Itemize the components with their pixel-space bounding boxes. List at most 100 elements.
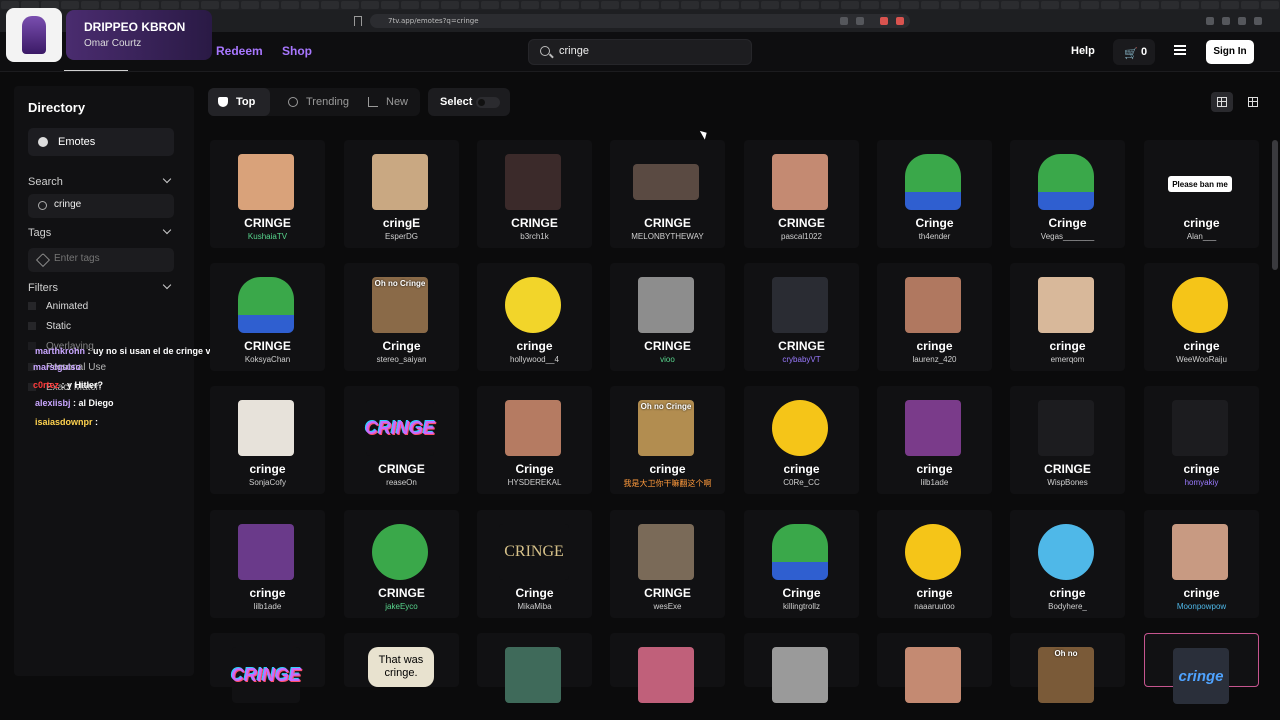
emote-card[interactable]: That was cringe.: [344, 633, 459, 687]
emote-card[interactable]: [744, 633, 859, 703]
emote-card[interactable]: cringe emerqom: [1010, 263, 1125, 371]
global-search-input[interactable]: [559, 45, 739, 57]
emote-owner[interactable]: hollywood__4: [477, 355, 592, 364]
emote-owner[interactable]: crybabyVT: [744, 355, 859, 364]
emote-owner[interactable]: killingtrollz: [744, 602, 859, 611]
emote-card[interactable]: cringe laurenz_420: [877, 263, 992, 371]
emote-card[interactable]: cringe naaaruutoo: [877, 510, 992, 618]
emote-card[interactable]: cringe Moonpowpow: [1144, 510, 1259, 618]
emote-owner[interactable]: Alan___: [1144, 232, 1259, 241]
tab-trending[interactable]: Trending: [278, 88, 352, 116]
emote-card[interactable]: Oh no Cringe cringe 我是大卫你干嘛翻这个啊: [610, 386, 725, 494]
emote-owner[interactable]: KushaiaTV: [210, 232, 325, 241]
emote-card[interactable]: cringE EsperDG: [344, 140, 459, 248]
select-mode-toggle[interactable]: Select: [428, 88, 510, 116]
help-link[interactable]: Help: [1071, 45, 1095, 57]
bookmark-icon[interactable]: [354, 16, 362, 26]
checkbox[interactable]: [28, 302, 36, 311]
emote-owner[interactable]: pascal1022: [744, 232, 859, 241]
share-icon[interactable]: [1222, 17, 1230, 25]
emote-card[interactable]: Oh no Cringe Cringe stereo_saiyan: [344, 263, 459, 371]
emote-card[interactable]: CRINGE Cringe MikaMiba: [477, 510, 592, 618]
tab-top[interactable]: Top: [208, 88, 270, 116]
filter-animated[interactable]: Animated: [28, 301, 88, 312]
emote-card[interactable]: CRINGE wesExe: [610, 510, 725, 618]
emote-card[interactable]: [477, 633, 592, 703]
emote-owner[interactable]: Bodyhere_: [1010, 602, 1125, 611]
alert-icon[interactable]: [896, 17, 904, 25]
large-grid-view-button[interactable]: [1211, 92, 1233, 112]
page-scrollbar[interactable]: [1272, 140, 1278, 270]
url-field[interactable]: 7tv.app/emotes?q=cringe: [370, 14, 910, 28]
sidebar-search-input[interactable]: [54, 199, 164, 210]
tags-input[interactable]: [54, 253, 164, 264]
tags-input-wrap[interactable]: [28, 248, 174, 272]
sidebar-search[interactable]: [28, 194, 174, 218]
nav-shop[interactable]: Shop: [282, 44, 312, 58]
emote-owner[interactable]: HYSDEREKAL: [477, 478, 592, 487]
emote-card[interactable]: cringe C0Re_CC: [744, 386, 859, 494]
emote-card[interactable]: cringe homyakiy: [1144, 386, 1259, 494]
nav-redeem[interactable]: Redeem: [216, 44, 263, 58]
sidebar-icon[interactable]: [1206, 17, 1214, 25]
chevron-down-icon[interactable]: [162, 280, 172, 290]
emote-card[interactable]: cringe hollywood__4: [477, 263, 592, 371]
emote-card[interactable]: [610, 633, 725, 703]
filter-static[interactable]: Static: [28, 321, 71, 332]
emote-owner[interactable]: b3rch1k: [477, 232, 592, 241]
emote-owner[interactable]: WeeWooRaiju: [1144, 355, 1259, 364]
emote-owner[interactable]: EsperDG: [344, 232, 459, 241]
emote-card[interactable]: cringe lilb1ade: [210, 510, 325, 618]
emote-card[interactable]: Cringe Vegas_______: [1010, 140, 1125, 248]
emote-owner[interactable]: reaseOn: [344, 478, 459, 487]
emote-card[interactable]: CRINGE KushaiaTV: [210, 140, 325, 248]
emote-owner[interactable]: jakeEyco: [344, 602, 459, 611]
emote-owner[interactable]: th4ender: [877, 232, 992, 241]
emote-card[interactable]: CRINGE MELONBYTHEWAY: [610, 140, 725, 248]
emote-owner[interactable]: C0Re_CC: [744, 478, 859, 487]
checkbox[interactable]: [28, 322, 36, 331]
emote-owner[interactable]: 我是大卫你干嘛翻这个啊: [610, 478, 725, 489]
emote-owner[interactable]: KoksyaChan: [210, 355, 325, 364]
emote-card[interactable]: Cringe th4ender: [877, 140, 992, 248]
emote-owner[interactable]: MELONBYTHEWAY: [610, 232, 725, 241]
emote-owner[interactable]: Moonpowpow: [1144, 602, 1259, 611]
emote-card[interactable]: CRINGE CRINGE reaseOn: [344, 386, 459, 494]
emote-card[interactable]: CRINGE jakeEyco: [344, 510, 459, 618]
emote-owner[interactable]: lilb1ade: [210, 602, 325, 611]
toggle-switch[interactable]: [476, 97, 500, 108]
translate-icon[interactable]: [840, 17, 848, 25]
emote-card[interactable]: cringe WeeWooRaiju: [1144, 263, 1259, 371]
emote-owner[interactable]: vioo: [610, 355, 725, 364]
emote-owner[interactable]: stereo_saiyan: [344, 355, 459, 364]
emote-card[interactable]: Cringe HYSDEREKAL: [477, 386, 592, 494]
global-search[interactable]: [528, 39, 752, 65]
small-grid-view-button[interactable]: [1242, 92, 1264, 112]
emote-owner[interactable]: emerqom: [1010, 355, 1125, 364]
emote-card[interactable]: CRINGE: [210, 633, 325, 703]
emote-card[interactable]: [877, 633, 992, 703]
emote-owner[interactable]: WispBones: [1010, 478, 1125, 487]
emote-card[interactable]: CRINGE vioo: [610, 263, 725, 371]
shield-icon[interactable]: [1238, 17, 1246, 25]
emote-card[interactable]: CRINGE b3rch1k: [477, 140, 592, 248]
extension-icon[interactable]: [880, 17, 888, 25]
emote-owner[interactable]: laurenz_420: [877, 355, 992, 364]
emote-owner[interactable]: lilb1ade: [877, 478, 992, 487]
emote-card[interactable]: CRINGE crybabyVT: [744, 263, 859, 371]
emote-card[interactable]: Please ban me cringe Alan___: [1144, 140, 1259, 248]
emote-card[interactable]: cringe Bodyhere_: [1010, 510, 1125, 618]
emote-owner[interactable]: homyakiy: [1144, 478, 1259, 487]
chevron-down-icon[interactable]: [162, 174, 172, 184]
emote-owner[interactable]: MikaMiba: [477, 602, 592, 611]
emote-card[interactable]: CRINGE WispBones: [1010, 386, 1125, 494]
sign-in-button[interactable]: Sign In: [1206, 40, 1254, 64]
emote-owner[interactable]: wesExe: [610, 602, 725, 611]
tab-new[interactable]: New: [358, 88, 418, 116]
emote-owner[interactable]: Vegas_______: [1010, 232, 1125, 241]
emote-card[interactable]: cringe lilb1ade: [877, 386, 992, 494]
emote-card[interactable]: CRINGE pascal1022: [744, 140, 859, 248]
emote-owner[interactable]: naaaruutoo: [877, 602, 992, 611]
emote-card[interactable]: Cringe killingtrollz: [744, 510, 859, 618]
sidebar-item-emotes[interactable]: Emotes: [28, 128, 174, 156]
